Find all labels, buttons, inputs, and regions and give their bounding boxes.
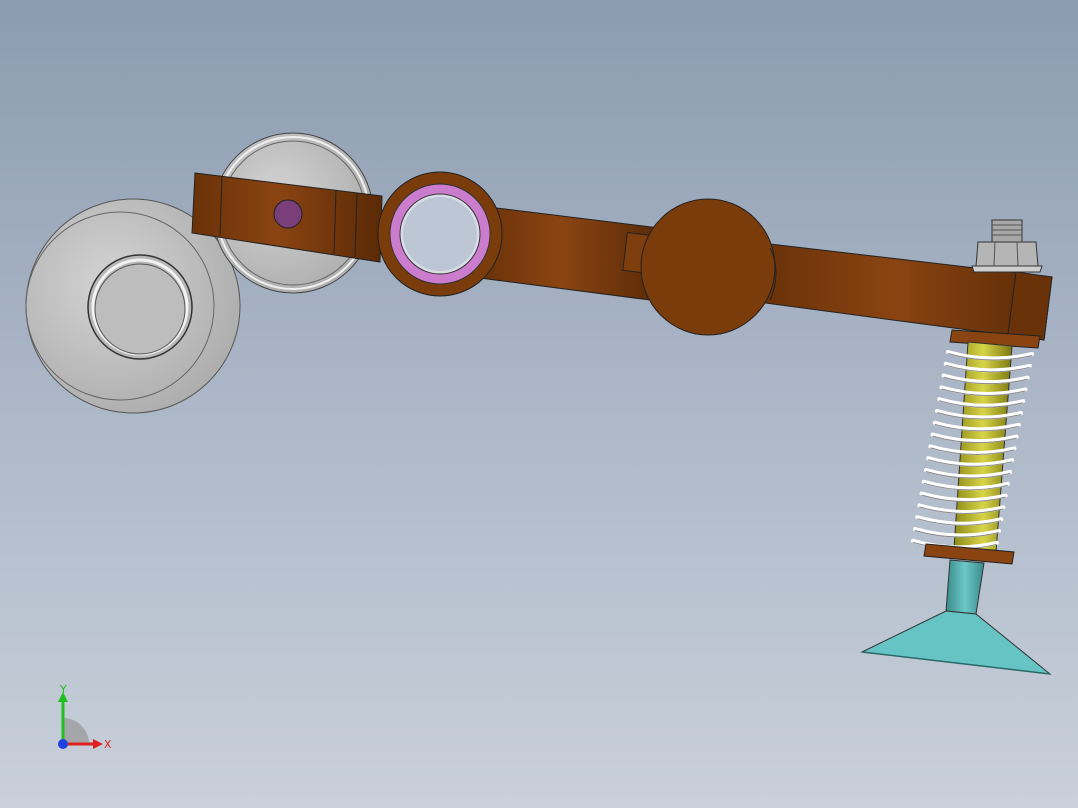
triad-plane-marker xyxy=(63,718,89,744)
suction-cup[interactable] xyxy=(860,559,1052,675)
y-axis-label: Y xyxy=(59,683,67,696)
pivot-pin[interactable] xyxy=(273,199,303,229)
x-axis-label: X xyxy=(104,738,112,751)
hex-nut[interactable] xyxy=(971,219,1043,273)
spring-assembly[interactable] xyxy=(910,329,1041,565)
graphics-viewport[interactable]: Y X xyxy=(0,0,1078,808)
cad-model-scene[interactable] xyxy=(0,0,1078,808)
bearing-housing[interactable] xyxy=(377,171,503,297)
z-axis-dot xyxy=(58,739,68,749)
x-axis-arrow xyxy=(93,739,103,749)
ball-joint[interactable] xyxy=(640,198,777,336)
coordinate-triad: Y X xyxy=(58,683,112,751)
